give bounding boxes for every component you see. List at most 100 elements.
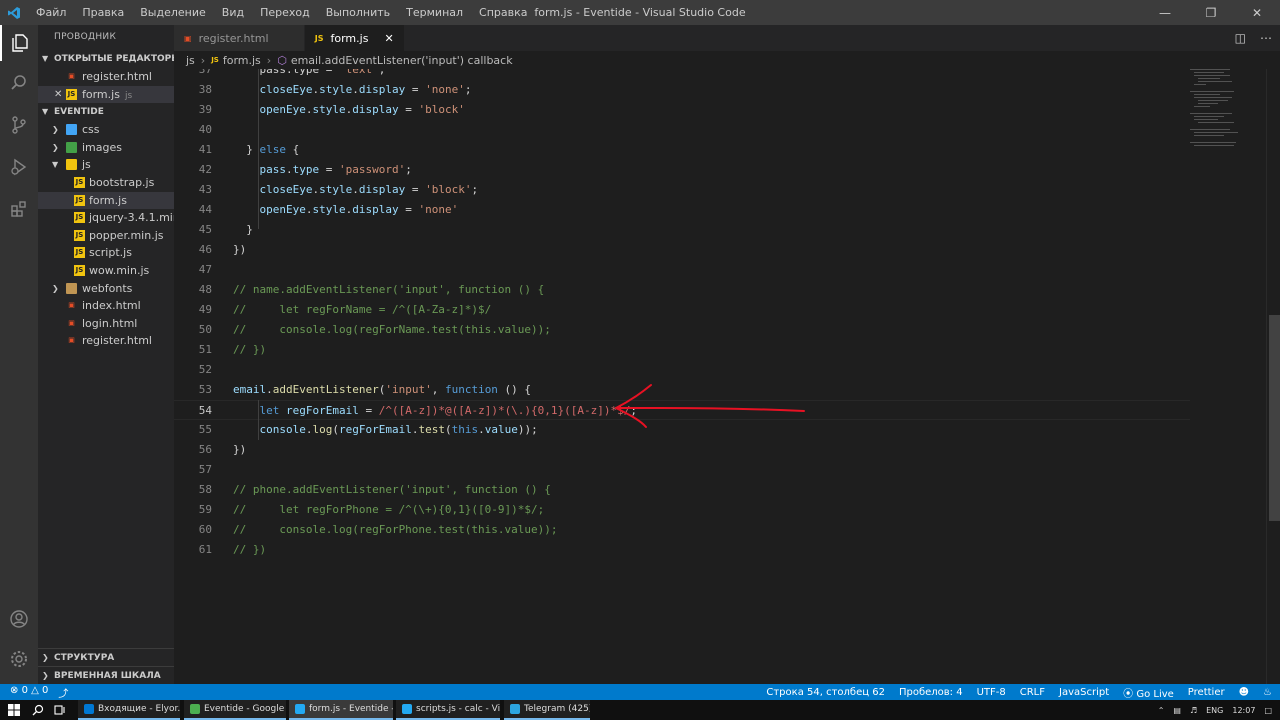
tree-file-popper-js[interactable]: JS popper.min.js <box>38 227 174 245</box>
language-mode[interactable]: JavaScript <box>1059 687 1109 698</box>
tab-form-js[interactable]: JS form.js ✕ <box>304 25 405 51</box>
tree-file-jquery-js[interactable]: JS jquery-3.4.1.min.js <box>38 209 174 227</box>
problems-indicator[interactable]: ⊗ 0 △ 0 <box>10 685 48 700</box>
cursor-position[interactable]: Строка 54, столбец 62 <box>766 687 885 698</box>
code-line[interactable]: 57 <box>174 460 1190 480</box>
tree-file-register-html[interactable]: ▣ register.html <box>38 332 174 350</box>
code-line[interactable]: 44 openEye.style.display = 'none' <box>174 200 1190 220</box>
menu-terminal[interactable]: Терминал <box>398 0 471 25</box>
tree-file-form-js[interactable]: JS form.js <box>38 191 174 210</box>
taskbar-app[interactable]: Eventide - Google Ch... <box>184 700 286 720</box>
end-of-line[interactable]: CRLF <box>1020 687 1045 698</box>
close-icon[interactable]: ✕ <box>54 86 62 104</box>
tree-file-index-html[interactable]: ▣ index.html <box>38 297 174 315</box>
menu-go[interactable]: Переход <box>252 0 318 25</box>
code-line[interactable]: 50 // console.log(regForName.test(this.va… <box>174 320 1190 340</box>
tree-folder-js[interactable]: ▼ js <box>38 156 174 174</box>
close-icon[interactable]: ✕ <box>384 32 393 45</box>
code-line[interactable]: 38 closeEye.style.display = 'none'; <box>174 80 1190 100</box>
extensions-icon[interactable] <box>0 191 38 227</box>
menu-help[interactable]: Справка <box>471 0 535 25</box>
taskbar-app[interactable]: Telegram (425) <box>504 700 590 720</box>
code-line[interactable]: 37 pass.type = 'text'; <box>174 69 1190 80</box>
taskbar-app[interactable]: scripts.js - calc - Visu... <box>396 700 500 720</box>
menu-run[interactable]: Выполнить <box>318 0 398 25</box>
code-line[interactable]: 45 } <box>174 220 1190 240</box>
code-line[interactable]: 42 pass.type = 'password'; <box>174 160 1190 180</box>
menu-selection[interactable]: Выделение <box>132 0 214 25</box>
search-icon[interactable] <box>32 700 44 720</box>
open-editors-section[interactable]: ▼ ОТКРЫТЫЕ РЕДАКТОРЫ <box>38 50 174 68</box>
windows-start-icon[interactable] <box>8 700 20 720</box>
code-line[interactable]: 47 <box>174 260 1190 280</box>
timeline-section[interactable]: ❯ ВРЕМЕННАЯ ШКАЛА <box>38 667 174 684</box>
live-share-icon[interactable]: ⤴ <box>58 685 68 700</box>
code-line[interactable]: 49 // let regForName = /^([A-Za-z]*)$/ <box>174 300 1190 320</box>
open-editor-form-js[interactable]: ✕ JS form.js js <box>38 85 174 104</box>
breadcrumb-file[interactable]: form.js <box>223 54 261 67</box>
code-line[interactable]: 59 // let regForPhone = /^(\+){0,1}([0-9]… <box>174 500 1190 520</box>
code-line[interactable]: 61 // }) <box>174 540 1190 560</box>
open-editor-register-html[interactable]: ▣ register.html <box>38 68 174 86</box>
code-line[interactable]: 54 let regForEmail = /^([A-z])*@([A-z])*… <box>174 400 1190 420</box>
breadcrumb-folder[interactable]: js <box>186 54 195 67</box>
menu-view[interactable]: Вид <box>214 0 252 25</box>
tree-file-bootstrap-js[interactable]: JS bootstrap.js <box>38 174 174 192</box>
minimap[interactable] <box>1190 69 1266 169</box>
task-view-icon[interactable] <box>54 700 66 720</box>
outline-section[interactable]: ❯ СТРУКТУРА <box>38 649 174 667</box>
code-line[interactable]: 55 console.log(regForEmail.test(this.val… <box>174 420 1190 440</box>
breadcrumb-symbol[interactable]: email.addEventListener('input') callback <box>291 54 513 67</box>
clock[interactable]: 12:07 <box>1232 706 1255 715</box>
code-line[interactable]: 43 closeEye.style.display = 'block'; <box>174 180 1190 200</box>
vertical-scrollbar[interactable] <box>1266 69 1280 684</box>
code-line[interactable]: 58 // phone.addEventListener('input', fun… <box>174 480 1190 500</box>
source-control-icon[interactable] <box>0 107 38 143</box>
code-editor[interactable]: 37 pass.type = 'text'; 38 closeEye.style.… <box>174 69 1280 684</box>
more-actions-icon[interactable]: ⋯ <box>1260 31 1272 45</box>
close-window-icon[interactable]: ✕ <box>1234 0 1280 25</box>
project-section[interactable]: ▼ EVENTIDE <box>38 103 174 121</box>
code-line[interactable]: 48 // name.addEventListener('input', func… <box>174 280 1190 300</box>
chevron-up-icon[interactable]: ⌃ <box>1158 706 1165 715</box>
search-icon[interactable] <box>0 65 38 101</box>
code-line[interactable]: 56}) <box>174 440 1190 460</box>
code-line[interactable]: 53 email.addEventListener('input', functi… <box>174 380 1190 400</box>
tree-file-script-js[interactable]: JS script.js <box>38 244 174 262</box>
menu-file[interactable]: Файл <box>28 0 74 25</box>
tree-file-wow-js[interactable]: JS wow.min.js <box>38 262 174 280</box>
code-line[interactable]: 40 <box>174 120 1190 140</box>
volume-icon[interactable]: ♬ <box>1190 706 1197 715</box>
restore-icon[interactable]: ❐ <box>1188 0 1234 25</box>
code-line[interactable]: 39 openEye.style.display = 'block' <box>174 100 1190 120</box>
tree-folder-webfonts[interactable]: ❯ webfonts <box>38 280 174 298</box>
run-debug-icon[interactable] <box>0 149 38 185</box>
menu-edit[interactable]: Правка <box>74 0 132 25</box>
indentation[interactable]: Пробелов: 4 <box>899 687 963 698</box>
taskbar-app[interactable]: Входящие - Elyor.Dja... <box>78 700 180 720</box>
split-editor-icon[interactable]: ◫ <box>1235 31 1246 45</box>
feedback-icon[interactable]: ☻ <box>1239 687 1249 698</box>
encoding[interactable]: UTF-8 <box>977 687 1006 698</box>
network-icon[interactable]: ▤ <box>1173 706 1181 715</box>
code-line[interactable]: 51 // }) <box>174 340 1190 360</box>
tab-register-html[interactable]: ▣ register.html ✕ <box>174 25 305 51</box>
minimize-icon[interactable]: — <box>1142 0 1188 25</box>
code-line[interactable]: 60 // console.log(regForPhone.test(this.v… <box>174 520 1190 540</box>
code-line[interactable]: 46}) <box>174 240 1190 260</box>
prettier-button[interactable]: Prettier <box>1188 687 1225 698</box>
explorer-icon[interactable] <box>0 25 38 61</box>
settings-gear-icon[interactable] <box>0 641 38 677</box>
go-live-button[interactable]: ⦿ Go Live <box>1123 685 1174 700</box>
scrollbar-thumb[interactable] <box>1269 315 1280 521</box>
account-icon[interactable] <box>0 601 38 637</box>
action-center-icon[interactable]: □ <box>1264 706 1272 715</box>
tree-folder-images[interactable]: ❯ images <box>38 139 174 157</box>
tree-folder-css[interactable]: ❯ css <box>38 121 174 139</box>
keyboard-language[interactable]: ENG <box>1206 706 1223 715</box>
notifications-bell-icon[interactable]: ♨ <box>1263 687 1272 698</box>
code-line[interactable]: 52 <box>174 360 1190 380</box>
taskbar-app[interactable]: form.js - Eventide - Vi... <box>289 700 393 720</box>
tree-file-login-html[interactable]: ▣ login.html <box>38 315 174 333</box>
code-line[interactable]: 41 } else { <box>174 140 1190 160</box>
